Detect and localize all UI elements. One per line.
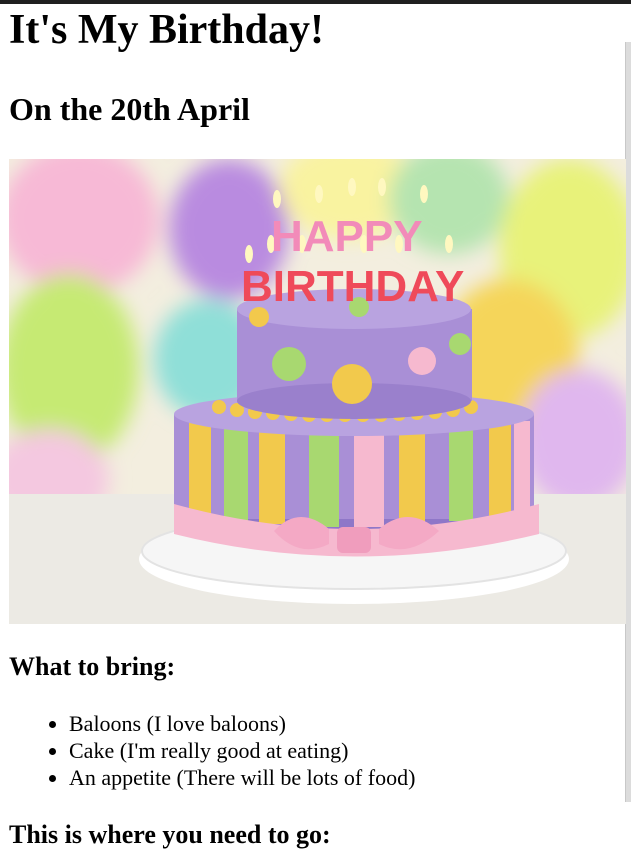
cake-topper-happy: HAPPY (271, 212, 423, 261)
cake-topper-birthday: BIRTHDAY (241, 262, 464, 311)
bring-list: Baloons (I love baloons) Cake (I'm reall… (9, 710, 415, 791)
page-title: It's My Birthday! (9, 7, 324, 53)
list-item: Baloons (I love baloons) (69, 710, 415, 737)
bring-section-title: What to bring: (9, 652, 176, 681)
page-subtitle: On the 20th April (9, 91, 250, 127)
birthday-cake-image: HAPPY BIRTHDAY (9, 159, 626, 624)
list-item: An appetite (There will be lots of food) (69, 764, 415, 791)
location-section-title: This is where you need to go: (9, 820, 331, 849)
browser-top-edge (0, 0, 631, 4)
list-item: Cake (I'm really good at eating) (69, 737, 415, 764)
